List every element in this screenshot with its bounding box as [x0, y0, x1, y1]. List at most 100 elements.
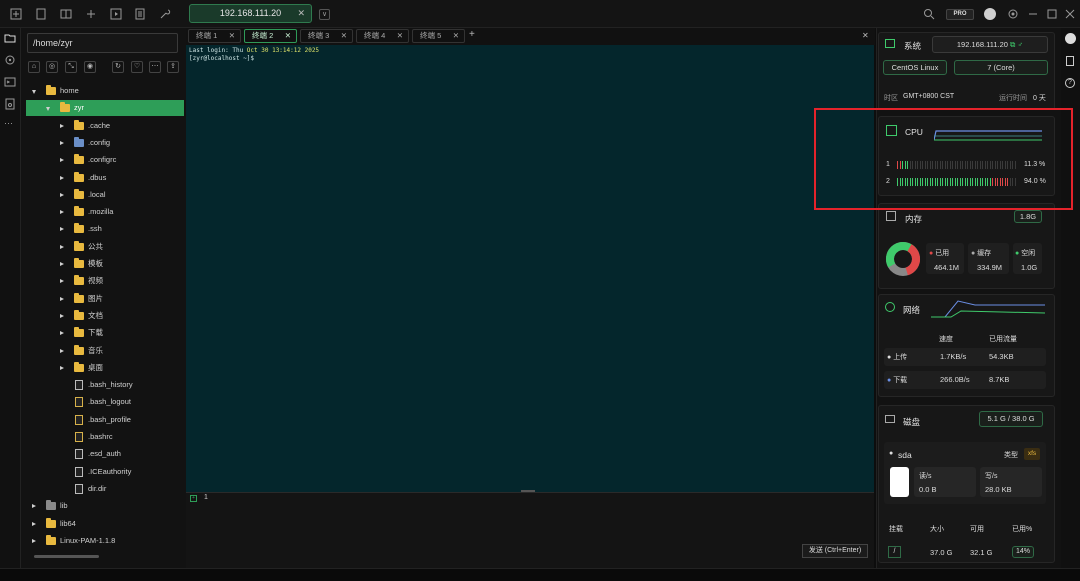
more-icon[interactable]: ⋯: [4, 118, 16, 130]
session-tab[interactable]: 192.168.111.20 ✕: [189, 4, 312, 23]
heart-icon[interactable]: ♡: [131, 61, 143, 73]
minimize-icon[interactable]: [1027, 8, 1039, 20]
tree-item[interactable]: .bash_profile: [26, 412, 184, 428]
chevron-right-icon[interactable]: [60, 348, 64, 353]
tree-item[interactable]: 桌面: [26, 360, 184, 376]
chevron-right-icon[interactable]: [32, 521, 36, 526]
tree-item[interactable]: .bash_logout: [26, 394, 184, 410]
tree-item[interactable]: .local: [26, 187, 184, 203]
host-ip[interactable]: 192.168.111.20 ⧉ ♂: [932, 36, 1048, 53]
bookmark-icon[interactable]: [1066, 56, 1074, 66]
tree-item[interactable]: home: [26, 83, 184, 99]
copy-icon[interactable]: ⧉ ♂: [1010, 40, 1023, 49]
tree-item[interactable]: 文档: [26, 308, 184, 324]
add-tab-icon[interactable]: +: [469, 29, 475, 40]
close-icon[interactable]: [1064, 8, 1076, 20]
chevron-right-icon[interactable]: [32, 504, 36, 509]
chevron-right-icon[interactable]: [32, 538, 36, 543]
chevron-right-icon[interactable]: [60, 331, 64, 336]
tree-item[interactable]: 下载: [26, 325, 184, 341]
split-icon[interactable]: [60, 8, 72, 20]
tree-item[interactable]: .bashrc: [26, 429, 184, 445]
terminal-tab[interactable]: 终端 2 ✕: [244, 29, 297, 43]
chevron-right-icon[interactable]: [60, 140, 64, 145]
tree-item[interactable]: 视频: [26, 273, 184, 289]
tree-item[interactable]: 模板: [26, 256, 184, 272]
home-icon[interactable]: ⌂: [28, 61, 40, 73]
avatar-icon[interactable]: [1065, 33, 1076, 44]
tree-item[interactable]: .cache: [26, 118, 184, 134]
terminal-tab[interactable]: 终端 1 ✕: [188, 29, 241, 43]
chevron-down-icon[interactable]: [32, 90, 36, 94]
chevron-right-icon[interactable]: [60, 192, 64, 197]
avatar[interactable]: [984, 8, 996, 20]
upload-icon[interactable]: ⇪: [167, 61, 179, 73]
close-icon[interactable]: ✕: [453, 30, 459, 42]
terminal-output[interactable]: Last login: Thu Oct 30 13:14:12 2025 [zy…: [186, 45, 874, 492]
tree-item[interactable]: .ICEauthority: [26, 464, 184, 480]
wrench-icon[interactable]: [159, 8, 171, 20]
tree-icon[interactable]: [85, 8, 97, 20]
tree-item[interactable]: 图片: [26, 291, 184, 307]
chevron-right-icon[interactable]: [60, 365, 64, 370]
tree-item[interactable]: zyr: [26, 100, 184, 117]
tree-item[interactable]: .esd_auth: [26, 446, 184, 462]
collapse-icon[interactable]: ⤡: [65, 61, 77, 73]
send-button[interactable]: 发送 (Ctrl+Enter): [802, 544, 868, 558]
tree-item[interactable]: .config: [26, 135, 184, 151]
chevron-right-icon[interactable]: [60, 175, 64, 180]
close-panel-icon[interactable]: ✕: [862, 31, 869, 40]
settings-file-icon[interactable]: [4, 98, 16, 110]
locate-icon[interactable]: ◎: [46, 61, 58, 73]
new-window-icon[interactable]: [10, 8, 22, 20]
search-icon[interactable]: [923, 8, 935, 20]
tree-item[interactable]: Linux-PAM-1.1.8: [26, 533, 184, 549]
terminal-tab[interactable]: 终端 4 ✕: [356, 29, 409, 43]
close-icon[interactable]: ✕: [285, 30, 291, 42]
tab-dropdown-icon[interactable]: ∨: [319, 9, 330, 20]
horizontal-scrollbar[interactable]: [34, 555, 99, 558]
maximize-icon[interactable]: [1046, 8, 1058, 20]
tree-item[interactable]: .dbus: [26, 170, 184, 186]
chevron-right-icon[interactable]: [60, 158, 64, 163]
tree-item[interactable]: .configrc: [26, 152, 184, 168]
chevron-right-icon[interactable]: [60, 244, 64, 249]
file-icon[interactable]: [35, 8, 47, 20]
gear-icon[interactable]: [1007, 8, 1019, 20]
tree-item[interactable]: .mozilla: [26, 204, 184, 220]
tree-item[interactable]: lib: [26, 498, 184, 514]
chevron-right-icon[interactable]: [60, 227, 64, 232]
chevron-right-icon[interactable]: [60, 279, 64, 284]
close-icon[interactable]: ✕: [229, 30, 235, 42]
pro-badge[interactable]: PRO: [946, 9, 974, 20]
chevron-right-icon[interactable]: [60, 262, 64, 266]
terminal-tab[interactable]: 终端 3 ✕: [300, 29, 353, 43]
close-icon[interactable]: ✕: [397, 30, 403, 42]
chevron-right-icon[interactable]: [60, 313, 64, 318]
tree-item[interactable]: 音乐: [26, 343, 184, 359]
device-name: sda: [898, 450, 912, 460]
list-icon[interactable]: [134, 8, 146, 20]
path-input[interactable]: /home/zyr: [27, 33, 178, 53]
session-tab-close-icon[interactable]: ✕: [297, 5, 305, 22]
close-icon[interactable]: ✕: [341, 30, 347, 42]
tree-item[interactable]: dir.dir: [26, 481, 184, 497]
chevron-down-icon[interactable]: [46, 107, 50, 112]
more-icon[interactable]: ⋯: [149, 61, 161, 73]
tree-item[interactable]: lib64: [26, 516, 184, 532]
terminal-tab[interactable]: 终端 5 ✕: [412, 29, 465, 43]
eye-icon[interactable]: ◉: [84, 61, 96, 73]
folder-icon[interactable]: [4, 32, 16, 44]
tree-item[interactable]: .bash_history: [26, 377, 184, 393]
refresh-icon[interactable]: ↻: [112, 61, 124, 73]
chevron-right-icon[interactable]: [60, 123, 64, 128]
help-icon[interactable]: ?: [1065, 78, 1075, 88]
tree-item[interactable]: .ssh: [26, 221, 184, 237]
command-input[interactable]: + 1: [186, 492, 874, 568]
terminal-icon[interactable]: [4, 76, 16, 88]
tree-item[interactable]: 公共: [26, 239, 184, 255]
play-icon[interactable]: [110, 8, 122, 20]
chevron-right-icon[interactable]: [60, 296, 64, 301]
compass-icon[interactable]: [4, 54, 16, 66]
chevron-right-icon[interactable]: [60, 210, 64, 215]
